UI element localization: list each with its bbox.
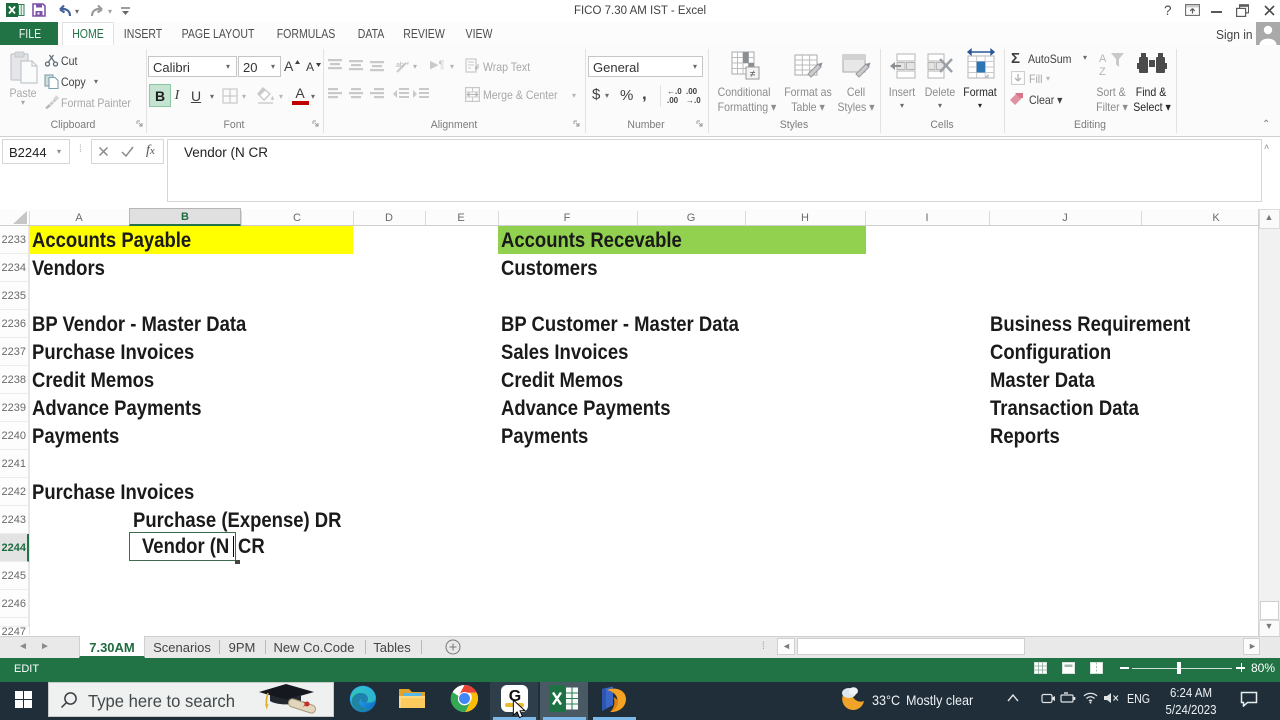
- svg-text:Z: Z: [1099, 66, 1106, 77]
- svg-text:ab: ab: [396, 62, 404, 69]
- svg-text:A: A: [1099, 53, 1107, 65]
- svg-text:≠: ≠: [750, 69, 756, 80]
